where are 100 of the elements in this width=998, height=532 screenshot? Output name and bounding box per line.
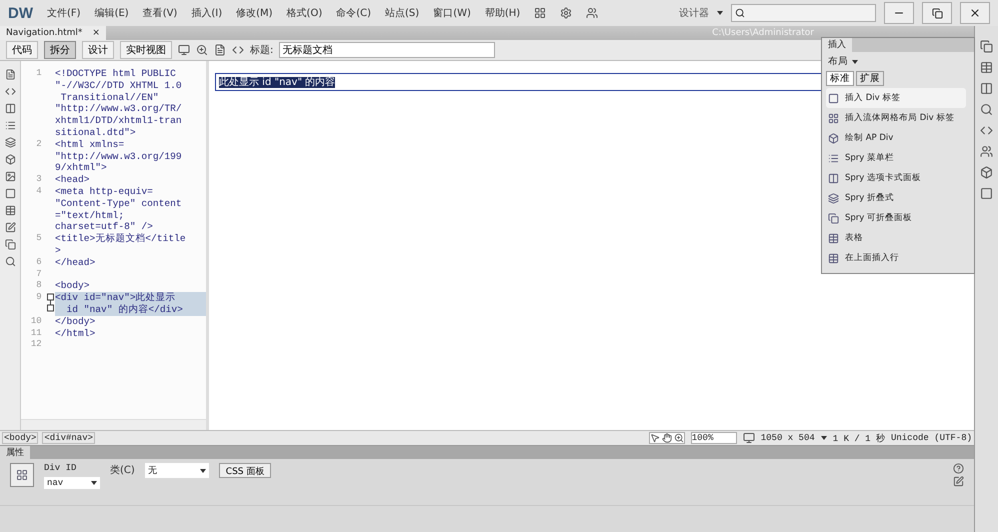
- class-select[interactable]: 无: [144, 463, 209, 478]
- code-line: </body>: [55, 316, 96, 328]
- layout-icon[interactable]: [534, 7, 546, 19]
- view-button[interactable]: 实时视图: [120, 41, 172, 59]
- view-button[interactable]: 代码: [6, 41, 38, 59]
- insert-item[interactable]: 在上面插入行: [826, 248, 966, 268]
- insert-item[interactable]: Spry 选项卡式面板: [826, 168, 966, 188]
- line-number: 1: [35, 68, 43, 80]
- design-text: 此处显示 id "nav" 的内容: [219, 77, 336, 88]
- code-line: <head>: [55, 174, 90, 186]
- panel-dock-icon[interactable]: [980, 82, 993, 95]
- users-icon[interactable]: [586, 7, 598, 19]
- code-tool-icon[interactable]: [4, 103, 16, 114]
- category-dropdown[interactable]: 布局: [822, 52, 864, 71]
- menu-item[interactable]: 编辑(E): [94, 6, 129, 20]
- tab-close-icon[interactable]: ×: [92, 28, 100, 38]
- div-element-icon: [10, 463, 34, 487]
- line-number: 3: [35, 174, 43, 186]
- subtab[interactable]: 扩展: [856, 71, 884, 86]
- window-size-text[interactable]: 1050 x 504: [760, 433, 815, 443]
- file-icon[interactable]: [214, 44, 226, 56]
- code-icon[interactable]: [232, 44, 244, 56]
- zoom-field[interactable]: 100%: [690, 432, 737, 444]
- code-tool-icon[interactable]: [4, 205, 16, 216]
- code-tool-icon[interactable]: [4, 86, 16, 97]
- line-number: 7: [35, 268, 43, 280]
- search-icon: [735, 8, 745, 18]
- panel-dock-icon[interactable]: [980, 166, 993, 179]
- code-tool-icon[interactable]: [4, 137, 16, 148]
- insert-item-icon: [828, 152, 839, 164]
- insert-item-icon: [828, 252, 839, 264]
- panel-dock-icon[interactable]: [980, 103, 993, 116]
- search-field[interactable]: [731, 4, 876, 22]
- line-number: 2: [35, 138, 43, 151]
- restore-button[interactable]: [922, 2, 952, 24]
- menu-item[interactable]: 修改(M): [236, 6, 273, 20]
- workspace-switcher[interactable]: 设计器: [679, 6, 709, 20]
- panel-dock-icon[interactable]: [980, 40, 993, 53]
- insert-item[interactable]: Spry 菜单栏: [826, 148, 966, 168]
- title-label: 标题:: [250, 44, 274, 57]
- panel-tab[interactable]: 插入: [822, 38, 852, 52]
- insert-item[interactable]: 绘制 AP Div: [826, 128, 966, 148]
- panel-dock-icon[interactable]: [980, 61, 993, 74]
- code-line: <body>: [55, 280, 91, 292]
- menu-item[interactable]: 命令(C): [336, 6, 372, 20]
- div-id-select[interactable]: nav: [44, 477, 100, 489]
- menu-item[interactable]: 文件(F): [47, 6, 81, 20]
- zoom-icon[interactable]: [674, 433, 684, 443]
- document-tab[interactable]: Navigation.html* ×: [0, 26, 106, 40]
- code-tool-icon[interactable]: [4, 171, 16, 182]
- menu-item[interactable]: 帮助(H): [484, 6, 520, 20]
- panel-dock-icon[interactable]: [980, 124, 993, 137]
- code-tool-icon[interactable]: [4, 222, 16, 233]
- subtab[interactable]: 标准: [826, 71, 854, 86]
- caret-icon: [820, 436, 827, 440]
- code-line: 9/xhtml">: [55, 162, 108, 174]
- close-icon: [969, 7, 981, 19]
- help-icon[interactable]: [953, 463, 964, 474]
- hand-icon[interactable]: [662, 433, 672, 443]
- panel-dock-icon[interactable]: [980, 145, 993, 158]
- view-button[interactable]: 拆分: [44, 41, 76, 59]
- menu-item[interactable]: 插入(I): [191, 6, 222, 20]
- div-id-label: Div ID: [44, 463, 78, 473]
- code-tool-icon[interactable]: [4, 154, 16, 165]
- pointer-icon[interactable]: [650, 433, 660, 443]
- insert-item[interactable]: Spry 可折叠面板: [826, 208, 966, 228]
- fold-marker-icon[interactable]: [46, 292, 54, 312]
- gear-icon[interactable]: [560, 7, 572, 19]
- line-number: 8: [35, 280, 43, 292]
- code-line: <meta http-equiv=: [55, 186, 154, 198]
- device-icon[interactable]: [178, 44, 190, 56]
- monitor-icon[interactable]: [742, 432, 755, 444]
- tag-selector-item[interactable]: <div#nav>: [42, 432, 96, 444]
- caret-icon: [91, 481, 97, 485]
- insert-item[interactable]: 插入流体网格布局 Div 标签: [826, 108, 966, 128]
- code-line: "http://www.w3.org/199: [55, 150, 183, 162]
- insert-item[interactable]: Spry 折叠式: [826, 188, 966, 208]
- panel-dock-icon[interactable]: [980, 187, 993, 200]
- close-button[interactable]: [960, 2, 990, 24]
- css-panel-button[interactable]: CSS 面板: [218, 463, 272, 478]
- horizontal-scrollbar[interactable]: [21, 419, 206, 430]
- code-tool-icon[interactable]: [4, 239, 16, 250]
- properties-tab[interactable]: 属性: [0, 446, 30, 459]
- title-field[interactable]: 无标题文档: [279, 42, 496, 58]
- menu-item[interactable]: 窗口(W): [433, 6, 471, 20]
- menu-item[interactable]: 查看(V): [142, 6, 178, 20]
- restore-icon: [932, 8, 942, 18]
- line-number: 5: [35, 233, 43, 246]
- insert-item[interactable]: 插入 Div 标签: [826, 88, 966, 108]
- menu-item[interactable]: 格式(O): [286, 6, 322, 20]
- insert-item[interactable]: 表格: [826, 228, 966, 248]
- view-button[interactable]: 设计: [82, 41, 114, 59]
- edit-icon[interactable]: [953, 476, 964, 487]
- code-tool-icon[interactable]: [4, 69, 16, 80]
- menu-item[interactable]: 站点(S): [385, 6, 420, 20]
- code-tool-icon[interactable]: [4, 256, 16, 267]
- code-tool-icon[interactable]: [4, 188, 16, 199]
- code-line: sitional.dtd">: [55, 126, 137, 139]
- tag-selector-item[interactable]: <body>: [2, 432, 38, 444]
- line-number: 10: [30, 316, 43, 328]
